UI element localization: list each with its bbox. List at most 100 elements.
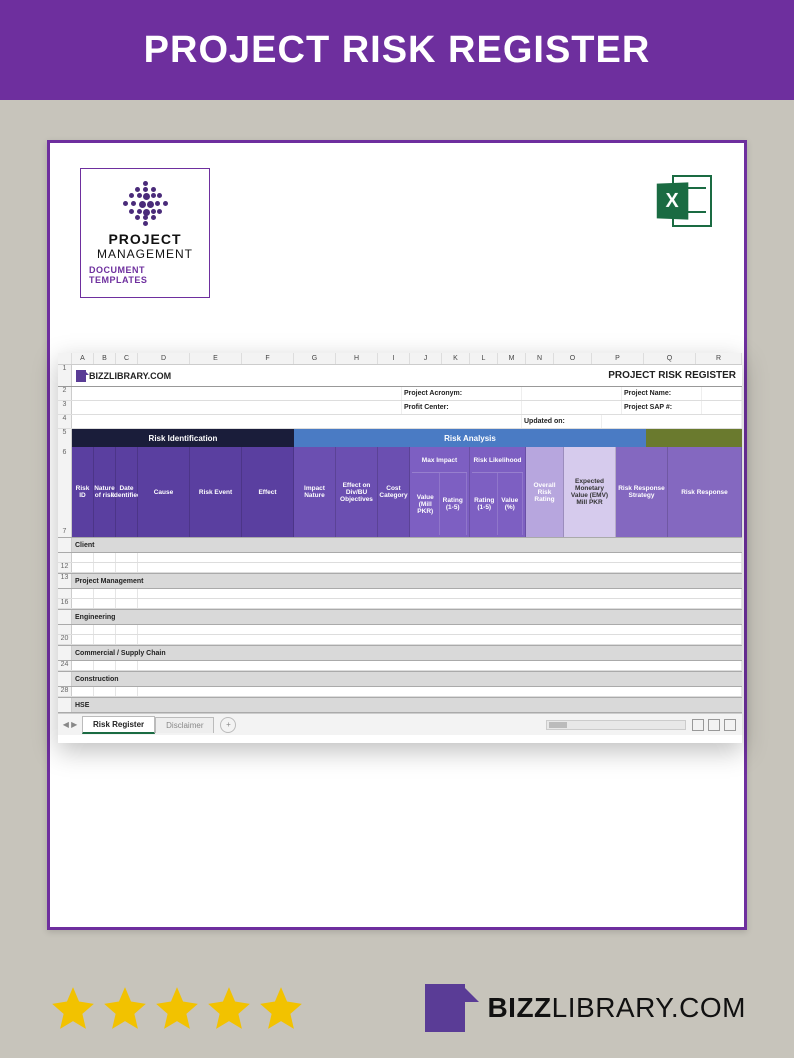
dot-grid-icon: [123, 181, 167, 225]
sheet-title-row: 1 BIZZLIBRARY.COM PROJECT RISK REGISTER: [58, 365, 742, 387]
col-K: K: [442, 353, 470, 364]
view-mode-icons[interactable]: [692, 719, 742, 731]
add-sheet-button[interactable]: +: [220, 717, 236, 733]
col-Q: Q: [644, 353, 696, 364]
logo-ext: .COM: [671, 992, 746, 1023]
col-P: P: [592, 353, 644, 364]
h-rating-a: Rating (1-5): [440, 473, 468, 535]
rownum: 6: [58, 449, 71, 456]
h-cost-cat: Cost Category: [378, 447, 410, 537]
rownum: 2: [58, 387, 72, 400]
rating-stars: [48, 983, 306, 1033]
col-A: A: [72, 353, 94, 364]
h-impact-nature: Impact Nature: [294, 447, 336, 537]
badge-line3: DOCUMENT TEMPLATES: [89, 265, 201, 285]
cat-block-5: HSE: [58, 697, 742, 713]
rownum: 20: [58, 635, 72, 644]
column-header-row: A B C D E F G H I J K L M N O P Q R: [58, 353, 742, 365]
meta-row-3: 4 Updated on:: [58, 415, 742, 429]
h-max-impact: Max Impact: [412, 449, 467, 473]
footer-logo: BIZZLIBRARY.COM: [425, 984, 746, 1032]
rownum: 4: [58, 415, 72, 428]
meta-updated: Updated on:: [522, 415, 602, 428]
brand-cell: BIZZLIBRARY.COM: [72, 365, 222, 386]
col-R: R: [696, 353, 742, 364]
tab-risk-register[interactable]: Risk Register: [82, 716, 155, 734]
page-header: PROJECT RISK REGISTER: [0, 0, 794, 100]
h-effect: Effect: [242, 447, 294, 537]
meta-acronym: Project Acronym:: [402, 387, 522, 400]
footer: BIZZLIBRARY.COM: [0, 958, 794, 1058]
h-date: Date Identified: [116, 447, 138, 537]
category-row: Commercial / Supply Chain: [58, 645, 742, 661]
h-cause: Cause: [138, 447, 190, 537]
col-H: H: [336, 353, 378, 364]
star-icon: [100, 983, 150, 1033]
h-event: Risk Event: [190, 447, 242, 537]
logo-bold: BIZZ: [487, 992, 551, 1023]
h-risk-id: Risk ID: [72, 447, 94, 537]
star-icon: [48, 983, 98, 1033]
view-page-icon[interactable]: [708, 719, 720, 731]
category-row: 13 Project Management: [58, 573, 742, 589]
brand-text: BIZZLIBRARY.COM: [89, 371, 171, 381]
h-emv: Expected Monetary Value (EMV) Mill PKR: [564, 447, 616, 537]
badge-line1: PROJECT: [108, 231, 181, 247]
h-effect-obj: Effect on Div/BU Objectives: [336, 447, 378, 537]
horizontal-scrollbar[interactable]: [546, 720, 686, 730]
rownum: 1: [58, 365, 72, 386]
meta-sap: Project SAP #:: [622, 401, 702, 414]
cat-block-0: Client 12: [58, 537, 742, 573]
h-max-impact-group: Max Impact Value (Mill PKR) Rating (1-5): [410, 447, 470, 537]
project-management-badge: PROJECT MANAGEMENT DOCUMENT TEMPLATES: [80, 168, 210, 298]
category-label: Engineering: [72, 610, 115, 624]
h-strategy: Risk Response Strategy: [616, 447, 668, 537]
meta-name: Project Name:: [622, 387, 702, 400]
cat-block-4: Construction 28: [58, 671, 742, 697]
col-N: N: [526, 353, 554, 364]
cat-block-3: Commercial / Supply Chain 24: [58, 645, 742, 671]
col-G: G: [294, 353, 336, 364]
page-icon: [76, 370, 86, 382]
rownum: 12: [58, 563, 72, 572]
rownum: 24: [58, 661, 72, 670]
col-I: I: [378, 353, 410, 364]
h-rating-b: Rating (1-5): [472, 473, 498, 535]
col-L: L: [470, 353, 498, 364]
spreadsheet-preview: A B C D E F G H I J K L M N O P Q R 1 BI…: [58, 353, 742, 743]
col-M: M: [498, 353, 526, 364]
tab-nav-icons[interactable]: ◀ ▶: [58, 720, 82, 729]
sheet-doc-title: PROJECT RISK REGISTER: [582, 365, 742, 386]
col-J: J: [410, 353, 442, 364]
data-area: Client 12 13 Project Management 16: [58, 537, 742, 713]
header-row: 6 7 Risk ID Nature of risk Date Identifi…: [58, 447, 742, 537]
category-row: Construction: [58, 671, 742, 687]
meta-row-2: 3 Profit Center: Project SAP #:: [58, 401, 742, 415]
col-O: O: [554, 353, 592, 364]
view-break-icon[interactable]: [724, 719, 736, 731]
excel-letter: X: [657, 182, 689, 219]
section-row: 5 Risk Identification Risk Analysis: [58, 429, 742, 447]
col-D: D: [138, 353, 190, 364]
tab-disclaimer[interactable]: Disclaimer: [155, 717, 214, 733]
rownum: 3: [58, 401, 72, 414]
badge-line2: MANAGEMENT: [97, 247, 193, 261]
category-row: Engineering: [58, 609, 742, 625]
category-label: Commercial / Supply Chain: [72, 646, 166, 660]
footer-logo-text: BIZZLIBRARY.COM: [487, 992, 746, 1024]
rownum: 7: [58, 528, 71, 535]
cat-block-2: Engineering 20: [58, 609, 742, 645]
section-analysis: Risk Analysis: [294, 429, 646, 447]
template-preview-card: PROJECT MANAGEMENT DOCUMENT TEMPLATES X …: [47, 140, 747, 930]
view-normal-icon[interactable]: [692, 719, 704, 731]
category-label: HSE: [72, 698, 89, 712]
section-identification: Risk Identification: [72, 429, 294, 447]
section-response: [646, 429, 742, 447]
h-likelihood-group: Risk Likelihood Rating (1-5) Value (%): [470, 447, 526, 537]
category-row: Client: [58, 537, 742, 553]
rownum: 13: [58, 574, 72, 588]
category-label: Client: [72, 538, 94, 552]
meta-profit: Profit Center:: [402, 401, 522, 414]
category-label: Construction: [72, 672, 119, 686]
col-C: C: [116, 353, 138, 364]
